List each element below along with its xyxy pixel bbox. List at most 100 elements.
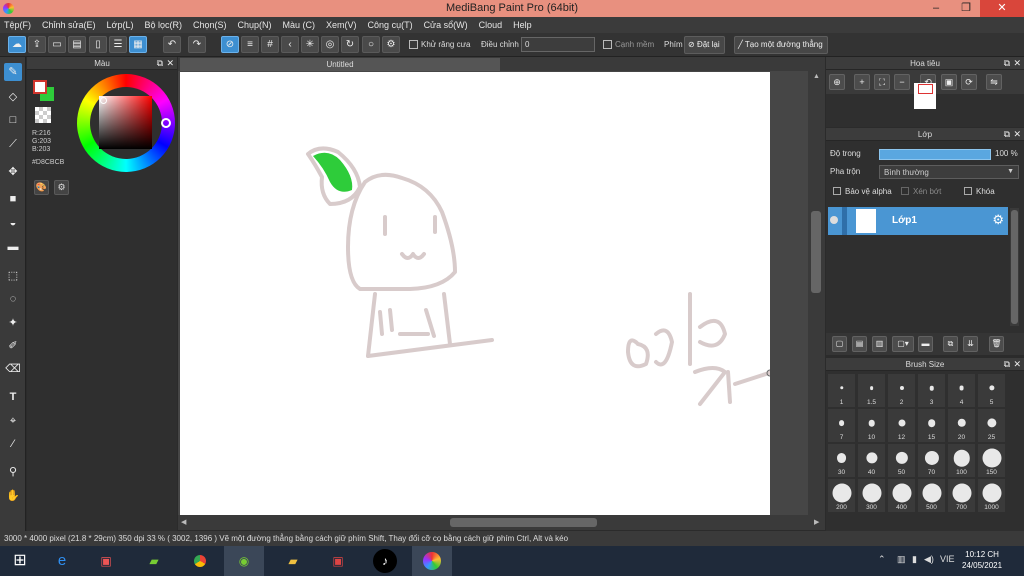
navigator-preview[interactable] [914,83,936,109]
divide-tool-icon[interactable]: ⁄ [4,435,22,453]
flip-icon[interactable]: ⇋ [986,74,1002,90]
menu-select[interactable]: Chọn(S) [193,20,227,30]
chat-icon[interactable]: ▤ [68,36,86,53]
zoom-out-icon[interactable]: − [894,74,910,90]
shape-fill-tool-icon[interactable]: ■ [4,190,22,208]
new-8bit-layer-icon[interactable]: ▥ [872,336,887,352]
bucket-tool-icon[interactable]: ◒ [4,214,22,232]
bluestacks-icon[interactable]: ▰ [142,549,166,573]
internet-explorer-icon[interactable]: e [50,549,74,573]
brush-size-option[interactable]: 1000 [978,479,1005,512]
dot-tool-icon[interactable]: □ [4,111,22,129]
horizontal-scrollbar[interactable]: ◀ ▶ [178,515,825,530]
brush-size-option[interactable]: 50 [888,444,915,477]
brush-size-option[interactable]: 12 [888,409,915,442]
reset-button[interactable]: ⊘ Đặt lại [684,36,725,54]
move-tool-icon[interactable]: ✥ [4,163,22,181]
popout-icon[interactable]: ⧉ [157,57,163,70]
visibility-icon[interactable] [830,216,838,224]
close-icon[interactable]: ✕ [1013,358,1021,371]
reset-rotate-icon[interactable]: ▣ [941,74,957,90]
close-icon[interactable]: ✕ [1013,57,1021,70]
curve-snap-icon[interactable]: ↻ [341,36,359,53]
brush-size-option[interactable]: 500 [918,479,945,512]
stroke-tool-icon[interactable]: ⟋ [4,135,22,153]
brush-size-option[interactable]: 10 [858,409,885,442]
menu-file[interactable]: Tệp(F) [4,20,31,30]
redo-icon[interactable]: ↷ [188,36,206,53]
select-pen-tool-icon[interactable]: ✐ [4,337,22,355]
brush-size-option[interactable]: 7 [828,409,855,442]
antialias-checkbox[interactable] [409,40,418,49]
menu-tools[interactable]: Công cụ(T) [368,20,413,30]
popout-icon[interactable]: ⧉ [1004,358,1010,371]
app-icon[interactable]: ▣ [94,549,118,573]
rotate-right-icon[interactable]: ⟳ [961,74,977,90]
eyedropper-tool-icon[interactable]: ⚲ [4,463,22,481]
brush-size-option[interactable]: 1.5 [858,374,885,407]
grid-view-icon[interactable]: ▦ [129,36,147,53]
export-icon[interactable]: ⇪ [28,36,46,53]
magic-wand-tool-icon[interactable]: ✦ [4,314,22,332]
lock-checkbox[interactable] [964,187,972,195]
menu-help[interactable]: Help [513,20,532,30]
coccoc-icon[interactable]: ◉ [232,549,256,573]
horizontal-scroll-thumb[interactable] [450,518,597,527]
vertical-scroll-thumb[interactable] [811,211,821,293]
tiktok-icon[interactable]: ♪ [373,549,397,573]
scroll-right-icon[interactable]: ▶ [814,518,819,526]
parallel-snap-icon[interactable]: ≡ [241,36,259,53]
operation-tool-icon[interactable]: ⌖ [4,412,22,430]
saturation-value-square[interactable] [99,96,152,149]
brush-size-option[interactable]: 30 [828,444,855,477]
brush-size-option[interactable]: 20 [948,409,975,442]
straight-line-button[interactable]: ╱ Tạo một đường thẳng [734,36,828,54]
correction-dropdown[interactable]: 0 [521,37,595,52]
menu-snap[interactable]: Chụp(N) [238,20,272,30]
gradient-tool-icon[interactable]: ▬ [4,238,22,256]
perspective-snap-icon[interactable]: ‹ [281,36,299,53]
brush-size-option[interactable]: 3 [918,374,945,407]
vertical-scrollbar[interactable]: ▲ [808,71,825,515]
scroll-left-icon[interactable]: ◀ [181,518,186,526]
document-tab[interactable]: Untitled [180,58,500,71]
hue-marker[interactable] [161,118,171,128]
brush-size-option[interactable]: 2 [888,374,915,407]
layer-item[interactable]: Lớp1 ⚙ [828,207,1008,235]
cloud-icon[interactable]: ☁ [8,36,26,53]
radial-snap-icon[interactable]: ✳ [301,36,319,53]
brush-size-option[interactable]: 5 [978,374,1005,407]
maximize-button[interactable]: ❐ [952,0,980,17]
sv-marker[interactable] [100,97,107,104]
new-layer-icon[interactable]: ▢ [832,336,847,352]
add-layer-menu-icon[interactable]: ▢▾ [892,336,914,352]
scroll-up-icon[interactable]: ▲ [813,73,820,80]
network-icon[interactable]: ▮ [912,554,917,565]
language-indicator[interactable]: VIE [940,554,955,564]
viewport-indicator[interactable] [918,84,933,94]
actual-size-icon[interactable]: ⛶ [874,74,890,90]
new-halftone-layer-icon[interactable]: ▤ [852,336,867,352]
foreground-color-swatch[interactable] [33,80,47,94]
brush-size-option[interactable]: 25 [978,409,1005,442]
brush-size-option[interactable]: 4 [948,374,975,407]
brush-size-option[interactable]: 1 [828,374,855,407]
brush-size-option[interactable]: 70 [918,444,945,477]
volume-icon[interactable]: ◀) [924,554,934,565]
palette-icon[interactable]: 🎨 [34,180,49,195]
clock[interactable]: 10:12 CH 24/05/2021 [962,549,1002,571]
brush-size-option[interactable]: 100 [948,444,975,477]
eraser-tool-icon[interactable]: ◇ [4,88,22,106]
brush-tool-icon[interactable]: ✎ [4,63,22,81]
opacity-slider[interactable] [879,149,991,160]
close-icon[interactable]: ✕ [166,57,174,70]
duplicate-layer-icon[interactable]: ⧉ [943,336,958,352]
folder-icon[interactable]: ▬ [918,336,933,352]
page-icon[interactable]: ▯ [89,36,107,53]
palette-settings-icon[interactable]: ⚙ [54,180,69,195]
protect-alpha-checkbox[interactable] [833,187,841,195]
popout-icon[interactable]: ⧉ [1004,57,1010,70]
menu-window[interactable]: Cửa sổ(W) [424,20,468,30]
select-rect-tool-icon[interactable]: ⬚ [4,267,22,285]
concentric-snap-icon[interactable]: ◎ [321,36,339,53]
